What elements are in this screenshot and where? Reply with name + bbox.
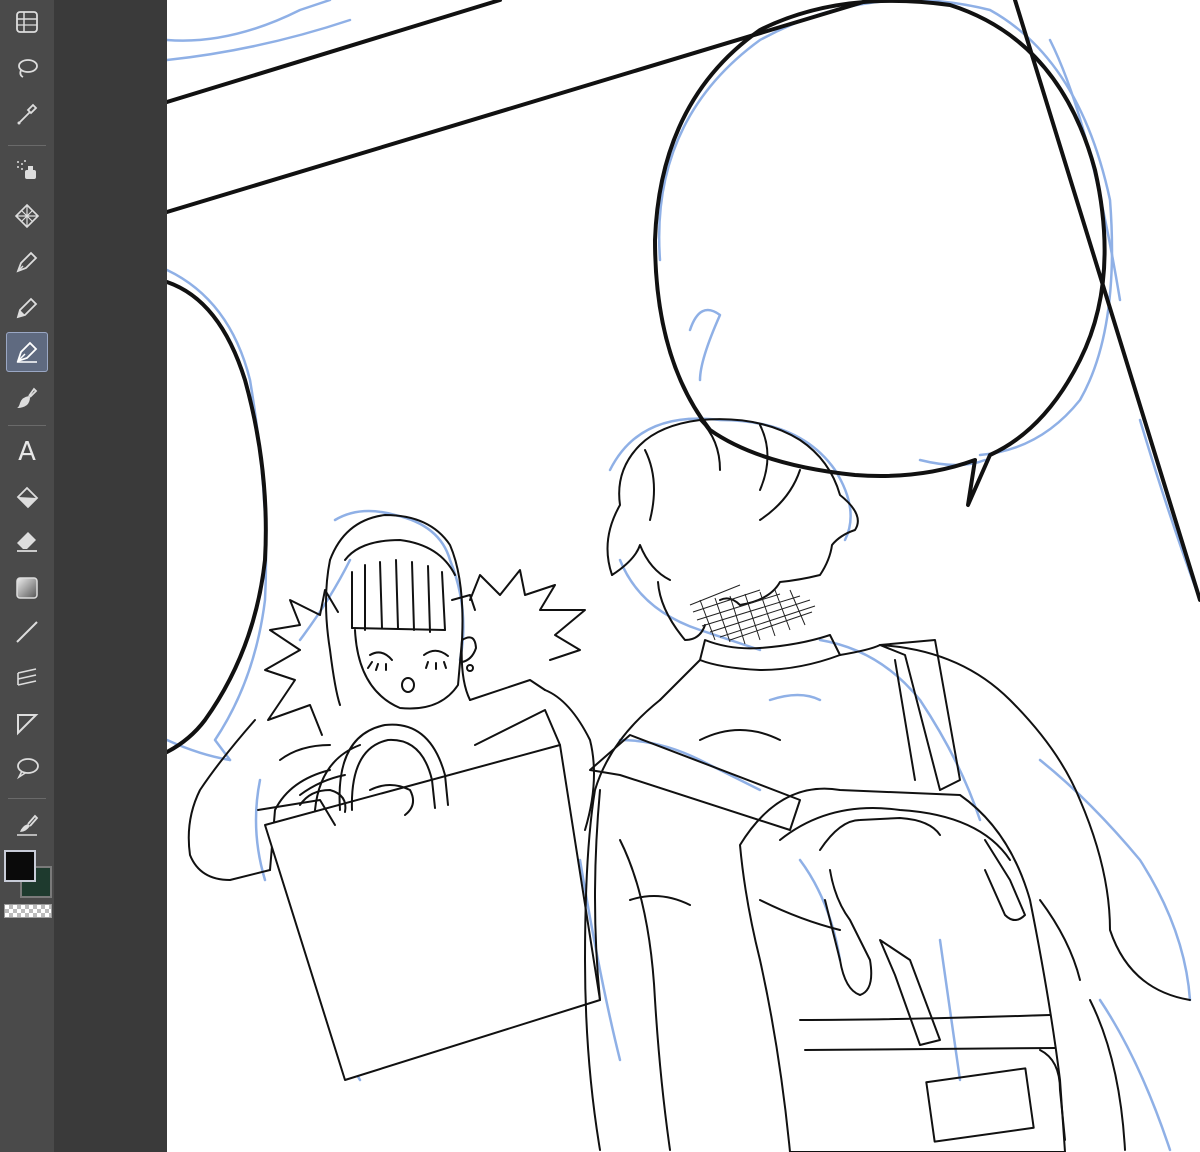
tool-property-panel (54, 0, 167, 1152)
drawing-canvas[interactable] (167, 0, 1200, 1152)
airbrush-icon[interactable] (6, 150, 48, 190)
speech-balloon-left (167, 280, 268, 754)
lasso-select-icon[interactable] (6, 48, 48, 88)
correct-line-icon[interactable] (6, 805, 48, 845)
text-tool-icon[interactable]: A (6, 432, 48, 472)
toolbar-separator (8, 145, 46, 146)
panel-border-line (167, 0, 872, 214)
panel-border-line (167, 0, 502, 104)
frame-border-icon[interactable] (6, 704, 48, 744)
toolbar-separator (8, 425, 46, 426)
eyedropper-icon[interactable] (6, 94, 48, 134)
backpack-strap-right (879, 639, 961, 791)
ink-pen-icon[interactable] (6, 332, 48, 372)
ruler-icon[interactable] (6, 658, 48, 698)
shopping-bag (264, 744, 601, 1081)
toolbar-separator (8, 798, 46, 799)
sub-view-icon[interactable] (6, 2, 48, 42)
neck-hatching (689, 584, 816, 645)
gradient-icon[interactable] (6, 568, 48, 608)
balloon-icon[interactable] (6, 748, 48, 788)
pencil-icon[interactable] (6, 288, 48, 328)
backpack-strap-left (589, 734, 801, 831)
panel-border-line (1013, 0, 1200, 602)
main-color-swatch[interactable] (4, 850, 36, 882)
line-tool-icon[interactable] (6, 612, 48, 652)
brush-icon[interactable] (6, 378, 48, 418)
tool-bar: A (0, 0, 54, 1152)
transparent-color-swatch[interactable] (4, 904, 52, 918)
fill-bucket-icon[interactable] (6, 478, 48, 518)
ink-layer (167, 0, 1200, 1152)
backpack (739, 787, 1066, 1152)
decoration-icon[interactable] (6, 196, 48, 236)
pen-icon[interactable] (6, 242, 48, 282)
eraser-icon[interactable] (6, 522, 48, 562)
text-tool-glyph: A (18, 437, 36, 467)
color-swatches (2, 848, 54, 900)
line-art-illustration (167, 0, 1200, 1152)
boy-hair (606, 418, 859, 606)
